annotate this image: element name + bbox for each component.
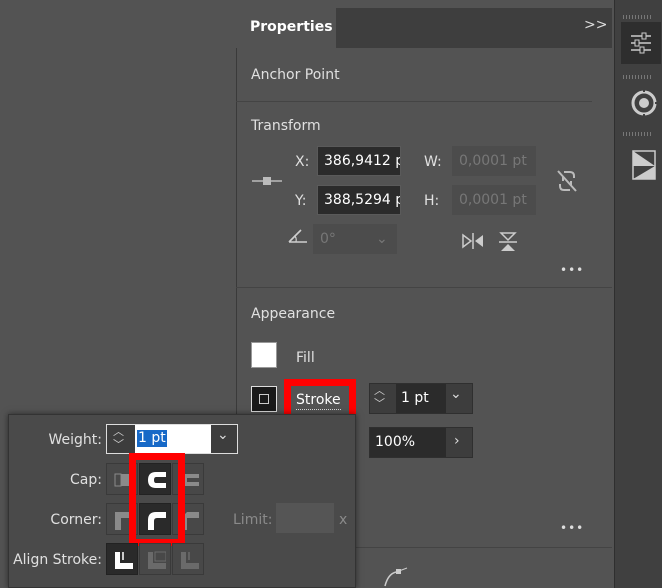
- align-center-button[interactable]: [106, 543, 138, 575]
- stepper-down-icon[interactable]: ﹀: [374, 398, 385, 410]
- stroke-label[interactable]: Stroke: [296, 392, 341, 410]
- weight-label: Weight:: [48, 432, 103, 448]
- align-outside-button[interactable]: [172, 543, 204, 575]
- align-inside-icon: [148, 551, 166, 569]
- opacity-input[interactable]: 100%: [370, 428, 446, 457]
- x-input[interactable]: 386,9412 p: [317, 146, 401, 176]
- y-input[interactable]: 388,5294 p: [317, 185, 401, 215]
- fill-label[interactable]: Fill: [296, 350, 315, 366]
- chevron-down-icon[interactable]: ⌄: [450, 386, 462, 402]
- toolbar-grip: [623, 75, 653, 79]
- link-icon[interactable]: [555, 168, 579, 194]
- divider: [356, 547, 612, 548]
- limit-label: Limit:: [233, 512, 273, 528]
- stepper-up-icon[interactable]: ︿: [374, 385, 385, 397]
- toolbar-grip: [623, 15, 653, 19]
- transform-title: Transform: [251, 118, 321, 134]
- path-segment-icon: [384, 567, 408, 587]
- weight-control[interactable]: ︿ ﹀ 1 pt ⌄: [106, 424, 238, 454]
- stepper-down-icon[interactable]: ﹀: [113, 439, 124, 451]
- corner-label: Corner:: [50, 512, 102, 528]
- align-stroke-label: Align Stroke:: [13, 552, 102, 568]
- toolbar-grip: [623, 132, 653, 136]
- transform-more-button[interactable]: •••: [560, 263, 584, 277]
- cap-corner-highlight: [129, 453, 185, 546]
- gradient-swatch-icon[interactable]: [632, 150, 656, 180]
- w-label: W:: [424, 154, 442, 170]
- properties-sliders-icon: [631, 32, 651, 54]
- divider: [236, 101, 592, 102]
- align-inside-button[interactable]: [139, 543, 171, 575]
- color-wheel-icon[interactable]: [629, 88, 659, 118]
- fill-swatch[interactable]: [251, 342, 277, 368]
- cap-label: Cap:: [70, 472, 102, 488]
- collapse-panel-button[interactable]: >>: [584, 17, 607, 37]
- chevron-down-icon[interactable]: ⌄: [217, 427, 229, 443]
- anchor-icon[interactable]: [252, 174, 282, 188]
- stroke-swatch-inner: [259, 394, 269, 404]
- angle-icon: [288, 229, 307, 243]
- weight-input-selection: 1 pt: [137, 430, 167, 447]
- angle-value: 0°: [320, 231, 336, 247]
- h-input[interactable]: 0,0001 pt: [452, 185, 536, 215]
- flip-horizontal-icon[interactable]: [461, 232, 485, 250]
- align-center-icon: [115, 552, 133, 569]
- chevron-right-icon[interactable]: ›: [454, 433, 460, 449]
- tab-properties[interactable]: Properties: [236, 8, 336, 48]
- opacity-control[interactable]: 100% ›: [369, 427, 473, 458]
- chevron-down-icon: ⌄: [376, 231, 388, 247]
- stroke-weight-control[interactable]: ︿ ﹀ 1 pt ⌄: [369, 383, 473, 414]
- x-label: X:: [295, 154, 310, 170]
- properties-toolbar-button[interactable]: [621, 22, 661, 64]
- limit-input[interactable]: [276, 503, 334, 533]
- flip-vertical-icon[interactable]: [498, 231, 518, 253]
- appearance-title: Appearance: [251, 306, 336, 322]
- stroke-swatch[interactable]: [251, 386, 277, 412]
- divider: [236, 287, 612, 288]
- appearance-more-button[interactable]: •••: [560, 521, 584, 535]
- y-label: Y:: [295, 193, 307, 209]
- weight-input[interactable]: 1 pt: [135, 425, 211, 453]
- align-outside-icon: [181, 552, 199, 569]
- anchor-point-title: Anchor Point: [251, 67, 340, 83]
- stepper-up-icon[interactable]: ︿: [113, 426, 124, 438]
- h-label: H:: [424, 193, 440, 209]
- angle-select[interactable]: 0° ⌄: [313, 224, 397, 254]
- w-input[interactable]: 0,0001 pt: [452, 146, 536, 176]
- limit-suffix: x: [339, 512, 348, 528]
- stroke-weight-input[interactable]: 1 pt: [396, 384, 446, 413]
